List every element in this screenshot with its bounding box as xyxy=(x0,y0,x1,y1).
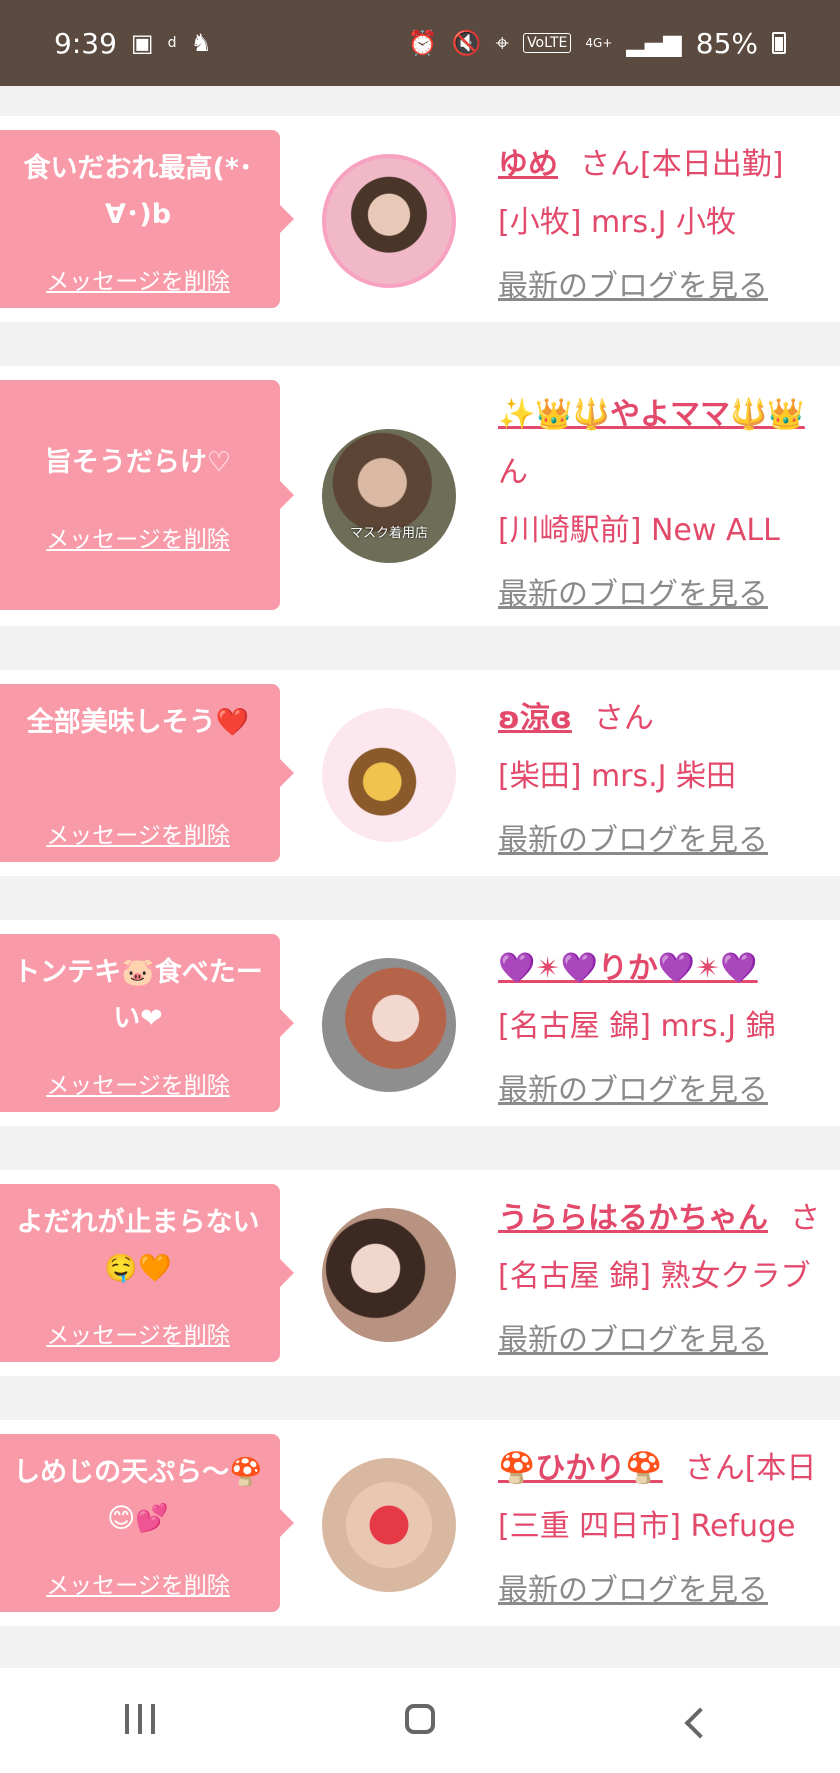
recents-icon xyxy=(125,1703,155,1734)
signal-icon: ▂▄▆ xyxy=(626,29,682,57)
alarm-icon: ⏰ xyxy=(407,29,438,57)
profile-info: ✨👑🔱やよママ🔱👑 ん [川崎駅前] New ALL 最新のブログを見る xyxy=(498,386,840,624)
profile-name-link[interactable]: うららはるかちゃん xyxy=(498,1201,768,1236)
back-icon xyxy=(684,1706,716,1739)
shop-label: [川崎駅前] New ALL xyxy=(498,513,780,548)
message-bubble: よだれが止まらない🤤🧡 メッセージを削除 xyxy=(0,1184,294,1362)
avatar[interactable] xyxy=(322,708,456,842)
d-health-icon: d xyxy=(167,35,177,51)
list-item: よだれが止まらない🤤🧡 メッセージを削除 うららはるかちゃんさ [名古屋 錦] … xyxy=(0,1170,840,1376)
profile-name-link[interactable]: ʚ涼ɞ xyxy=(498,701,572,736)
list-item: 旨そうだらけ♡ メッセージを削除 マスク着用店 ✨👑🔱やよママ🔱👑 ん [川崎駅… xyxy=(0,366,840,626)
delete-message-link[interactable]: メッセージを削除 xyxy=(46,520,230,554)
delete-message-link[interactable]: メッセージを削除 xyxy=(46,1316,230,1350)
message-bubble: しめじの天ぷら〜🍄😊💕 メッセージを削除 xyxy=(0,1434,294,1612)
profile-info: 🍄ひかり🍄 さん[本日 [三重 四日市] Refuge 最新のブログを見る xyxy=(498,1440,840,1620)
back-button[interactable] xyxy=(640,1698,760,1744)
battery-icon xyxy=(772,32,786,54)
recents-button[interactable] xyxy=(80,1698,200,1744)
message-text: しめじの天ぷら〜🍄😊💕 xyxy=(13,1457,263,1534)
navigation-bar xyxy=(0,1668,840,1773)
name-suffix: さん[本日出勤] xyxy=(580,147,784,182)
name-continuation: ん xyxy=(498,455,528,490)
profile-info: うららはるかちゃんさ [名古屋 錦] 熟女クラブ 最新のブログを見る xyxy=(498,1190,840,1370)
home-button[interactable] xyxy=(360,1698,480,1744)
blog-link[interactable]: 最新のブログを見る xyxy=(498,1062,840,1120)
image-icon: ▣ xyxy=(130,29,154,57)
message-text: 全部美味しそう❤️ xyxy=(26,707,250,738)
status-bar: 9:39 ▣ d ♞ ⏰ 🔇 ⌖ VoLTE 4G+ ▂▄▆ 85% xyxy=(0,0,840,86)
message-text: トンテキ🐷食べたーい❤ xyxy=(13,957,263,1034)
name-suffix: さ xyxy=(790,1201,820,1236)
message-bubble: トンテキ🐷食べたーい❤ メッセージを削除 xyxy=(0,934,294,1112)
message-bubble: 旨そうだらけ♡ メッセージを削除 xyxy=(0,380,294,610)
message-bubble: 食いだおれ最高(*･∀･)b メッセージを削除 xyxy=(0,130,294,308)
delete-message-link[interactable]: メッセージを削除 xyxy=(46,262,230,296)
list-item: 全部美味しそう❤️ メッセージを削除 ʚ涼ɞ さん [柴田] mrs.J 柴田 最… xyxy=(0,670,840,876)
avatar[interactable]: マスク着用店 xyxy=(322,429,456,563)
status-left: 9:39 ▣ d ♞ xyxy=(54,27,212,60)
name-suffix: さん[本日 xyxy=(684,1451,817,1486)
delete-message-link[interactable]: メッセージを削除 xyxy=(46,1566,230,1600)
network-type: 4G+ xyxy=(585,36,613,50)
avatar[interactable] xyxy=(322,958,456,1092)
profile-info: ゆめ さん[本日出勤] [小牧] mrs.J 小牧 最新のブログを見る xyxy=(498,136,840,316)
profile-info: 💜✴💜りか💜✴💜 [名古屋 錦] mrs.J 錦 最新のブログを見る xyxy=(498,940,840,1120)
blog-link[interactable]: 最新のブログを見る xyxy=(498,812,840,870)
blog-link[interactable]: 最新のブログを見る xyxy=(498,1312,840,1370)
shop-label: [名古屋 錦] mrs.J 錦 xyxy=(498,1009,776,1044)
profile-name-link[interactable]: 💜✴💜りか💜✴💜 xyxy=(498,951,758,986)
app-icon: ♞ xyxy=(190,29,212,57)
delete-message-link[interactable]: メッセージを削除 xyxy=(46,1066,230,1100)
home-icon xyxy=(405,1703,435,1734)
status-right: ⏰ 🔇 ⌖ VoLTE 4G+ ▂▄▆ 85% xyxy=(408,27,786,60)
shop-label: [柴田] mrs.J 柴田 xyxy=(498,759,737,794)
battery-percent: 85% xyxy=(695,26,758,60)
delete-message-link[interactable]: メッセージを削除 xyxy=(46,816,230,850)
blog-link[interactable]: 最新のブログを見る xyxy=(498,258,840,316)
profile-info: ʚ涼ɞ さん [柴田] mrs.J 柴田 最新のブログを見る xyxy=(498,690,840,870)
message-text: 旨そうだらけ♡ xyxy=(44,447,232,478)
message-text: 食いだおれ最高(*･∀･)b xyxy=(23,153,253,230)
shop-label: [三重 四日市] Refuge xyxy=(498,1509,796,1544)
shop-label: [小牧] mrs.J 小牧 xyxy=(498,205,737,240)
avatar[interactable] xyxy=(322,154,456,288)
shop-label: [名古屋 錦] 熟女クラブ xyxy=(498,1259,811,1294)
name-suffix: さん xyxy=(593,701,654,736)
message-text: よだれが止まらない🤤🧡 xyxy=(16,1207,260,1284)
message-bubble: 全部美味しそう❤️ メッセージを削除 xyxy=(0,684,294,862)
list-item: しめじの天ぷら〜🍄😊💕 メッセージを削除 🍄ひかり🍄 さん[本日 [三重 四日市]… xyxy=(0,1420,840,1626)
list-item: トンテキ🐷食べたーい❤ メッセージを削除 💜✴💜りか💜✴💜 [名古屋 錦] mr… xyxy=(0,920,840,1126)
avatar[interactable] xyxy=(322,1208,456,1342)
avatar[interactable] xyxy=(322,1458,456,1592)
location-icon: ⌖ xyxy=(495,29,510,57)
profile-name-link[interactable]: 🍄ひかり🍄 xyxy=(498,1451,663,1486)
status-time: 9:39 xyxy=(54,26,117,60)
profile-name-link[interactable]: ゆめ xyxy=(498,147,558,182)
volte-badge: VoLTE xyxy=(523,33,572,53)
avatar-caption: マスク着用店 xyxy=(349,526,428,541)
blog-link[interactable]: 最新のブログを見る xyxy=(498,566,840,624)
mute-icon: 🔇 xyxy=(451,29,482,57)
blog-link[interactable]: 最新のブログを見る xyxy=(498,1562,840,1620)
list-item: 食いだおれ最高(*･∀･)b メッセージを削除 ゆめ さん[本日出勤] [小牧] … xyxy=(0,116,840,322)
profile-name-link[interactable]: ✨👑🔱やよママ🔱👑 xyxy=(498,397,805,432)
message-list: 食いだおれ最高(*･∀･)b メッセージを削除 ゆめ さん[本日出勤] [小牧] … xyxy=(0,116,840,1670)
